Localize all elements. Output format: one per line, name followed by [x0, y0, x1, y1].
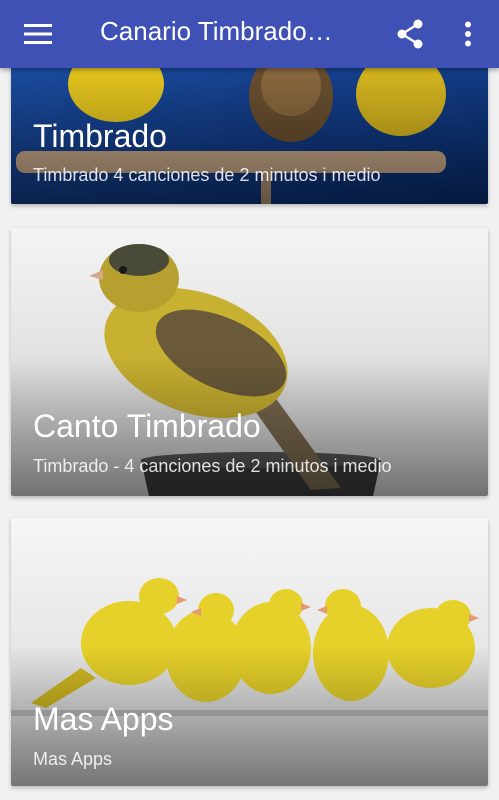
- card-canto-timbrado[interactable]: Canto Timbrado Timbrado - 4 canciones de…: [11, 228, 488, 496]
- share-icon[interactable]: [390, 14, 430, 54]
- app-title: Canario Timbrado…: [100, 16, 333, 46]
- app-bar: Canario Timbrado…: [0, 0, 499, 68]
- card-subtitle: Timbrado - 4 canciones de 2 minutos i me…: [33, 456, 392, 476]
- card-subtitle: Timbrado 4 canciones de 2 minutos i medi…: [33, 165, 381, 185]
- menu-icon[interactable]: [18, 14, 58, 54]
- more-vert-icon[interactable]: [448, 14, 488, 54]
- card-heading: Mas Apps: [33, 701, 174, 737]
- card-timbrado[interactable]: Timbrado Timbrado 4 canciones de 2 minut…: [11, 56, 488, 204]
- card-mas-apps[interactable]: Mas Apps Mas Apps: [11, 518, 488, 786]
- card-heading: Timbrado: [33, 118, 167, 154]
- card-subtitle: Mas Apps: [33, 749, 113, 769]
- card-heading: Canto Timbrado: [33, 408, 261, 444]
